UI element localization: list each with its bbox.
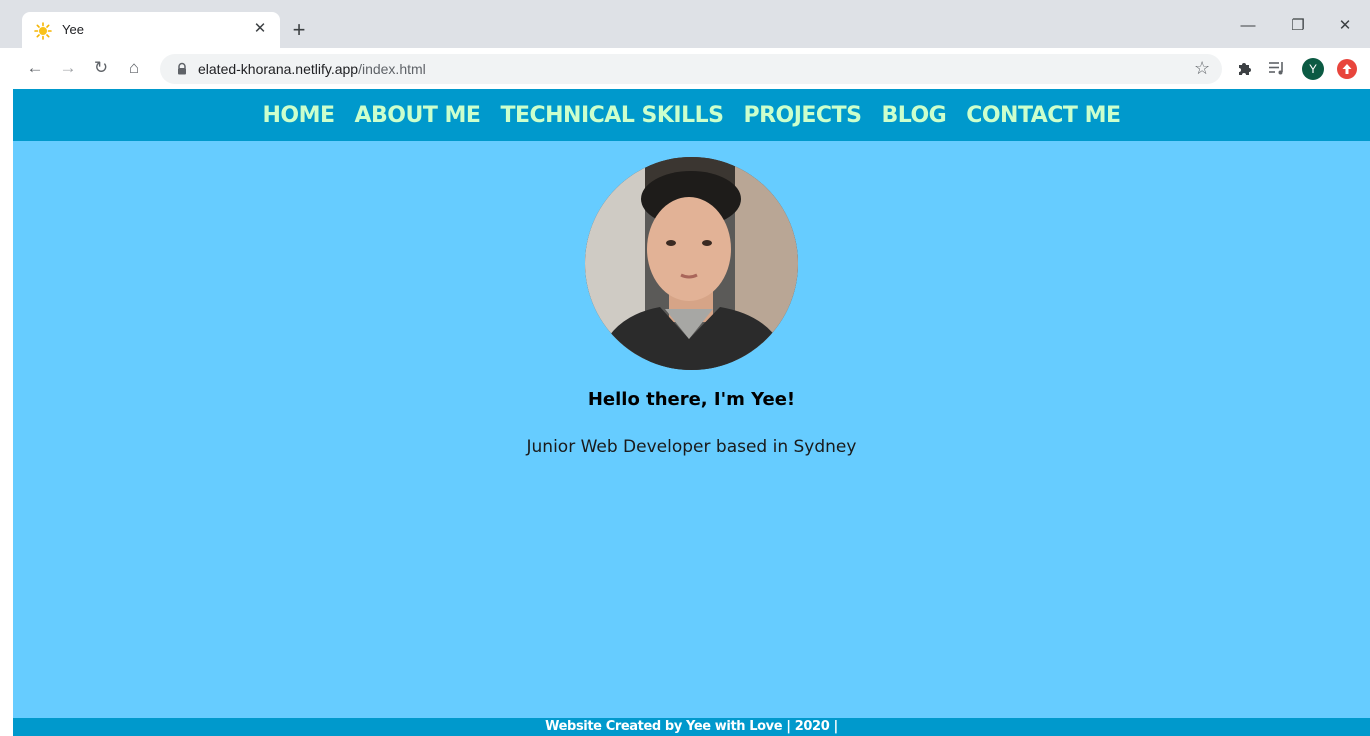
close-window-button[interactable]: ✕ <box>1330 14 1360 38</box>
page-viewport: HOME ABOUT ME TECHNICAL SKILLS PROJECTS … <box>13 89 1370 736</box>
minimize-button[interactable]: — <box>1233 14 1263 38</box>
address-bar[interactable]: elated-khorana.netlify.app/index.html ☆ <box>160 54 1222 84</box>
back-button[interactable]: ← <box>24 57 46 79</box>
nav-link-projects[interactable]: PROJECTS <box>743 103 861 128</box>
site-navbar: HOME ABOUT ME TECHNICAL SKILLS PROJECTS … <box>13 89 1370 141</box>
profile-photo <box>585 157 798 370</box>
forward-button[interactable]: → <box>57 57 79 79</box>
profile-avatar[interactable]: Y <box>1302 58 1324 80</box>
home-button[interactable]: ⌂ <box>123 57 145 79</box>
tab-title: Yee <box>62 22 84 37</box>
sun-favicon-icon <box>34 22 52 40</box>
browser-tabstrip: Yee ✕ + — ❐ ✕ <box>0 0 1370 48</box>
puzzle-icon[interactable] <box>1234 60 1256 82</box>
lock-icon[interactable] <box>175 62 189 76</box>
hero-tagline: Junior Web Developer based in Sydney <box>526 437 857 457</box>
restore-button[interactable]: ❐ <box>1283 14 1313 38</box>
nav-link-contact-me[interactable]: CONTACT ME <box>966 103 1121 128</box>
hero-greeting: Hello there, I'm Yee! <box>587 389 796 410</box>
nav-link-technical-skills[interactable]: TECHNICAL SKILLS <box>500 103 724 128</box>
site-footer: Website Created by Yee with Love | 2020 … <box>13 718 1370 736</box>
browser-toolbar: ← → ↻ ⌂ elated-khorana.netlify.app/index… <box>0 48 1370 89</box>
nav-link-home[interactable]: HOME <box>262 103 335 128</box>
tab-close-icon[interactable]: ✕ <box>250 19 270 39</box>
url-host: elated-khorana.netlify.app <box>198 61 359 77</box>
star-icon[interactable]: ☆ <box>1194 58 1210 79</box>
nav-link-blog[interactable]: BLOG <box>881 103 946 128</box>
browser-tab[interactable]: Yee ✕ <box>22 12 280 48</box>
extension-icon[interactable] <box>1337 59 1357 79</box>
nav-link-about-me[interactable]: ABOUT ME <box>355 103 481 128</box>
new-tab-button[interactable]: + <box>287 18 311 42</box>
media-control-icon[interactable] <box>1266 60 1288 82</box>
reload-button[interactable]: ↻ <box>90 57 112 79</box>
url-text[interactable]: elated-khorana.netlify.app/index.html <box>198 61 426 77</box>
url-path: /index.html <box>358 61 426 77</box>
